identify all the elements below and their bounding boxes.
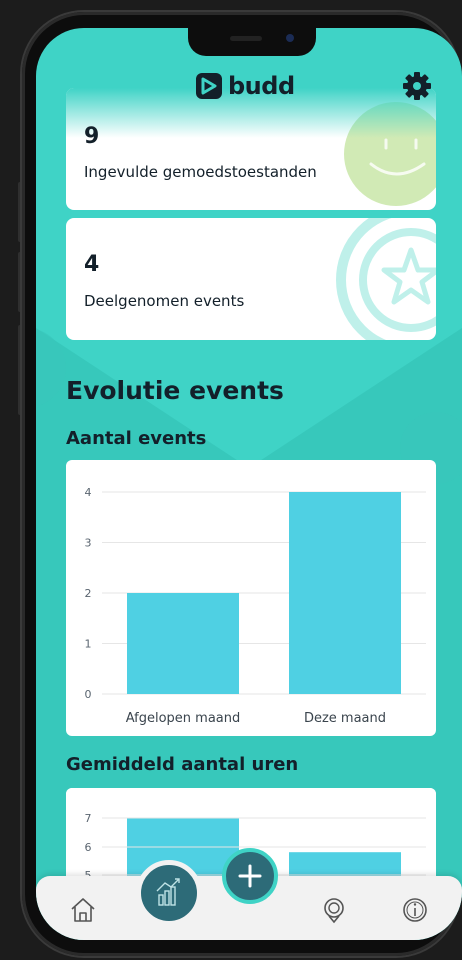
x-tick-label: Afgelopen maand — [126, 711, 241, 726]
y-tick-label: 1 — [85, 638, 92, 651]
stat-card-moods[interactable]: 9 Ingevulde gemoedstoestanden — [66, 88, 436, 210]
add-button[interactable] — [222, 848, 278, 904]
star-badge-icon — [336, 218, 436, 340]
logo-mark-icon — [196, 73, 222, 99]
home-icon[interactable] — [68, 895, 98, 925]
info-icon[interactable] — [400, 895, 430, 925]
stat-label: Ingevulde gemoedstoestanden — [84, 163, 317, 181]
stats-tab-button[interactable] — [136, 860, 202, 926]
stat-label: Deelgenomen events — [84, 292, 245, 310]
y-tick-label: 6 — [85, 841, 92, 854]
stat-value: 9 — [84, 124, 100, 149]
y-tick-label: 2 — [85, 587, 92, 600]
add-icon — [238, 864, 262, 888]
brand-name: budd — [228, 72, 295, 100]
settings-gear-icon[interactable] — [401, 70, 433, 102]
app-screen: 9 Ingevulde gemoedstoestanden 4 Deelgeno… — [36, 28, 462, 940]
device-notch — [188, 28, 316, 56]
chart-title: Gemiddeld aantal uren — [66, 754, 299, 775]
bar — [289, 492, 401, 694]
x-tick-label: Deze maand — [304, 711, 386, 726]
events-chart-svg: 0 1 2 3 4 Afgelopen maand Deze maand — [85, 486, 426, 726]
y-tick-label: 3 — [85, 537, 92, 550]
section-title: Evolutie events — [66, 376, 284, 405]
stat-value: 4 — [84, 252, 100, 277]
badge-icon[interactable] — [319, 895, 349, 925]
y-tick-label: 4 — [85, 486, 92, 499]
y-tick-label: 7 — [85, 812, 92, 825]
budd-logo: budd — [196, 72, 295, 100]
stat-card-events[interactable]: 4 Deelgenomen events — [66, 218, 436, 340]
stats-icon — [156, 878, 180, 906]
bar — [127, 593, 239, 694]
chart-title: Aantal events — [66, 428, 207, 449]
y-tick-label: 0 — [85, 688, 92, 701]
events-bar-chart: 0 1 2 3 4 Afgelopen maand Deze maand — [66, 460, 436, 736]
